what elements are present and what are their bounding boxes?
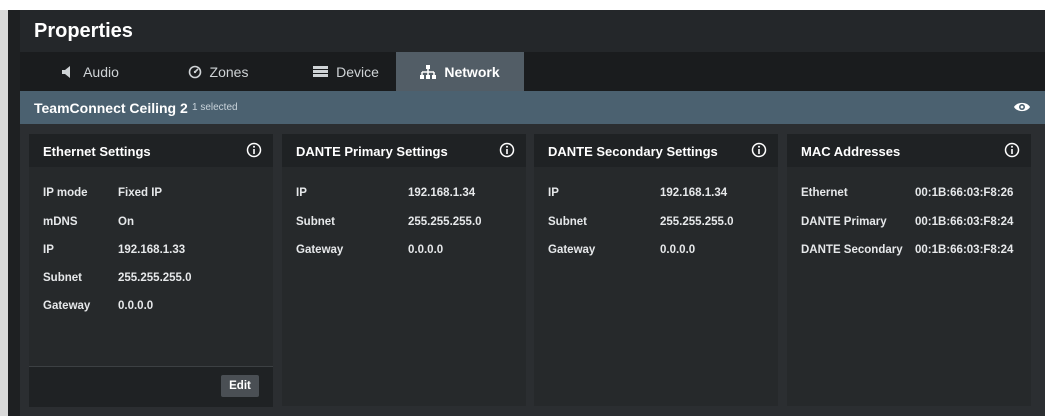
title-bar: Properties bbox=[20, 10, 1045, 52]
speaker-icon bbox=[61, 65, 75, 78]
row-label: Gateway bbox=[296, 244, 344, 256]
row-value: 255.255.255.0 bbox=[660, 216, 734, 228]
tab-bar: Audio Zones Device Network bbox=[20, 52, 1045, 91]
row-label: DANTE Primary bbox=[801, 216, 887, 228]
row-value: 255.255.255.0 bbox=[408, 216, 482, 228]
panel-title: DANTE Primary Settings bbox=[296, 144, 448, 159]
info-icon[interactable] bbox=[246, 142, 262, 163]
network-icon bbox=[420, 64, 437, 79]
tab-device[interactable]: Device bbox=[282, 52, 410, 91]
dante-primary-settings-panel: DANTE Primary Settings IP 192.168.1.34 S… bbox=[282, 134, 526, 406]
row-label: mDNS bbox=[43, 216, 78, 228]
row-label: Ethernet bbox=[801, 187, 848, 199]
row-value: On bbox=[118, 216, 134, 228]
panel-header: DANTE Secondary Settings bbox=[534, 134, 778, 167]
tab-audio[interactable]: Audio bbox=[26, 52, 154, 91]
ethernet-settings-panel: Ethernet Settings IP mode Fixed IP mDNS … bbox=[29, 134, 273, 407]
dante-secondary-settings-panel: DANTE Secondary Settings IP 192.168.1.34… bbox=[534, 134, 778, 406]
left-border bbox=[8, 10, 20, 416]
row-value: 255.255.255.0 bbox=[118, 272, 192, 284]
row-value: 00:1B:66:03:F8:24 bbox=[915, 244, 1014, 256]
row-label: IP bbox=[548, 187, 559, 199]
row-label: DANTE Secondary bbox=[801, 244, 903, 256]
row-label: IP bbox=[43, 244, 54, 256]
panel-header: DANTE Primary Settings bbox=[282, 134, 526, 167]
row-value: 0.0.0.0 bbox=[408, 244, 444, 256]
panel-title: MAC Addresses bbox=[801, 144, 901, 159]
row-label: Subnet bbox=[296, 216, 335, 228]
row-value: 00:1B:66:03:F8:26 bbox=[915, 187, 1014, 199]
row-label: Subnet bbox=[43, 272, 82, 284]
device-name: TeamConnect Ceiling 2 bbox=[34, 100, 188, 116]
device-icon bbox=[313, 66, 329, 77]
window-title: Properties bbox=[34, 20, 133, 42]
device-bar: TeamConnect Ceiling 2 1 selected bbox=[20, 91, 1045, 124]
tab-zones[interactable]: Zones bbox=[154, 52, 282, 91]
edit-button[interactable]: Edit bbox=[221, 375, 259, 397]
panel-title: DANTE Secondary Settings bbox=[548, 144, 718, 159]
row-value: Fixed IP bbox=[118, 187, 163, 199]
row-label: Subnet bbox=[548, 216, 587, 228]
row-value: 00:1B:66:03:F8:24 bbox=[915, 216, 1014, 228]
gauge-icon bbox=[188, 65, 202, 79]
panel-header: Ethernet Settings bbox=[29, 134, 273, 167]
row-label: Gateway bbox=[43, 300, 91, 312]
tab-audio-label: Audio bbox=[83, 63, 119, 80]
tab-zones-label: Zones bbox=[209, 63, 249, 80]
left-edge bbox=[0, 10, 8, 416]
info-icon[interactable] bbox=[751, 142, 767, 163]
tab-network-label: Network bbox=[444, 63, 500, 80]
selection-count: 1 selected bbox=[192, 102, 238, 113]
row-value: 192.168.1.33 bbox=[118, 244, 186, 256]
row-value: 192.168.1.34 bbox=[408, 187, 476, 199]
row-value: 0.0.0.0 bbox=[660, 244, 696, 256]
info-icon[interactable] bbox=[1004, 142, 1020, 163]
row-label: Gateway bbox=[548, 244, 596, 256]
mac-addresses-panel: MAC Addresses Ethernet 00:1B:66:03:F8:26… bbox=[787, 134, 1031, 406]
info-icon[interactable] bbox=[499, 142, 515, 163]
tab-device-label: Device bbox=[336, 63, 379, 80]
row-label: IP bbox=[296, 187, 307, 199]
row-value: 192.168.1.34 bbox=[660, 187, 728, 199]
tab-network[interactable]: Network bbox=[396, 52, 524, 91]
panel-title: Ethernet Settings bbox=[43, 144, 151, 159]
row-label: IP mode bbox=[43, 187, 88, 199]
eye-icon[interactable] bbox=[1013, 100, 1031, 119]
panel-footer: Edit bbox=[29, 366, 273, 407]
row-value: 0.0.0.0 bbox=[118, 300, 154, 312]
panel-header: MAC Addresses bbox=[787, 134, 1031, 167]
